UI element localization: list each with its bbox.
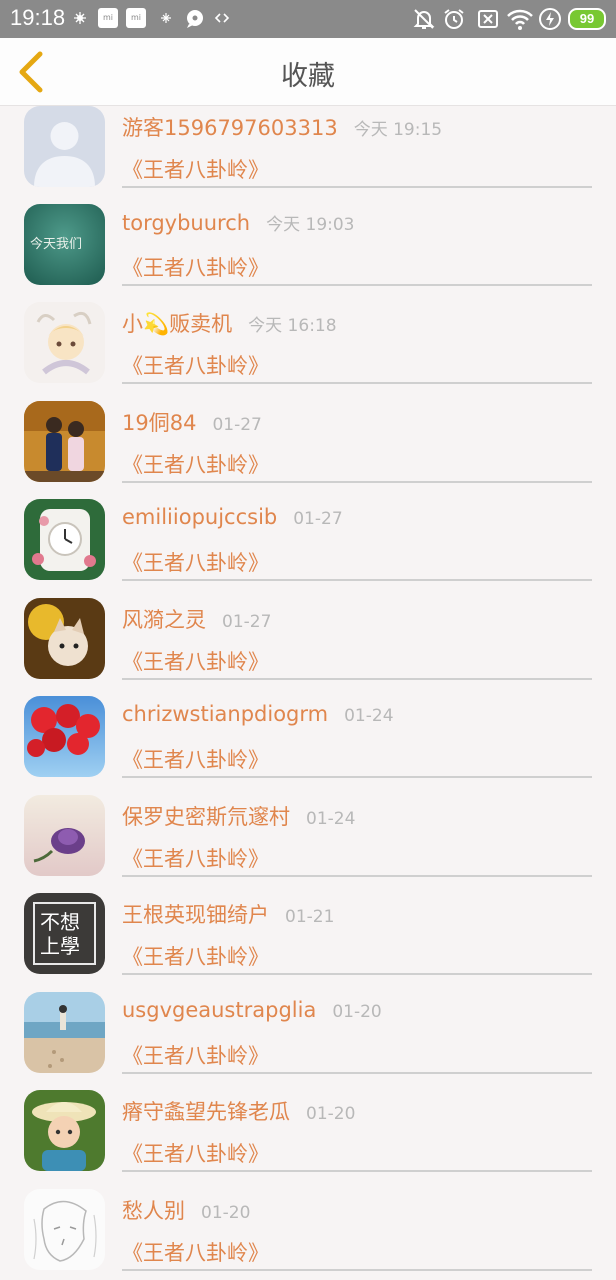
item-subject[interactable]: 《王者八卦岭》 (122, 646, 269, 676)
avatar[interactable] (24, 499, 105, 580)
item-subject[interactable]: 《王者八卦岭》 (122, 1138, 269, 1168)
item-subject[interactable]: 《王者八卦岭》 (122, 843, 269, 873)
svg-text:今天我们: 今天我们 (30, 236, 82, 252)
app-header: 收藏 (0, 38, 616, 106)
item-time: 01-20 (332, 1002, 382, 1022)
list-item[interactable]: 19侗84 01-27 《王者八卦岭》 (0, 401, 616, 499)
item-time: 今天 16:18 (248, 316, 337, 336)
avatar[interactable] (24, 302, 105, 383)
divider (122, 481, 592, 483)
sparkle-icon (74, 12, 86, 24)
mi-icon: mi (98, 8, 118, 28)
list-item[interactable]: emiliiopujccsib 01-27 《王者八卦岭》 (0, 499, 616, 597)
item-name: 愁人别 01-20 (122, 1199, 251, 1223)
item-time: 01-21 (285, 907, 335, 927)
list-item[interactable]: 保罗史密斯氘邃村 01-24 《王者八卦岭》 (0, 795, 616, 893)
list-item[interactable]: 风漪之灵 01-27 《王者八卦岭》 (0, 598, 616, 696)
list-item[interactable]: 今天我们 torgybuurch 今天 19:03 《王者八卦岭》 (0, 204, 616, 302)
battery-indicator: 99 (568, 8, 606, 30)
item-subject[interactable]: 《王者八卦岭》 (122, 1237, 269, 1267)
item-name: emiliiopujccsib 01-27 (122, 505, 343, 529)
avatar[interactable] (24, 696, 105, 777)
list-item[interactable]: usgvgeaustrapglia 01-20 《王者八卦岭》 (0, 992, 616, 1090)
divider (122, 875, 592, 877)
divider (122, 579, 592, 581)
list-item[interactable]: chrizwstianpdiogrm 01-24 《王者八卦岭》 (0, 696, 616, 794)
item-name: 小💫贩卖机 今天 16:18 (122, 312, 337, 336)
svg-text:上學: 上學 (40, 934, 80, 958)
code-icon (214, 13, 230, 23)
item-name: 风漪之灵 01-27 (122, 608, 272, 632)
avatar[interactable] (24, 106, 105, 187)
item-subject[interactable]: 《王者八卦岭》 (122, 154, 269, 184)
alarm-icon (444, 9, 464, 29)
list-item[interactable]: 不想 上學 王根英现钿绮户 01-21 《王者八卦岭》 (0, 893, 616, 991)
wifi-icon (507, 9, 533, 30)
divider (122, 284, 592, 286)
divider (122, 973, 592, 975)
avatar[interactable] (24, 598, 105, 679)
divider (122, 1170, 592, 1172)
avatar[interactable]: 不想 上學 (24, 893, 105, 974)
chat-bubble-icon (187, 10, 203, 28)
avatar[interactable] (24, 992, 105, 1073)
list-item[interactable]: 瘠守螽望先锋老瓜 01-20 《王者八卦岭》 (0, 1090, 616, 1188)
item-time: 01-24 (306, 809, 356, 829)
divider (122, 776, 592, 778)
status-bar: 19:18 mi mi 99 (0, 0, 616, 38)
mi-icon: mi (126, 8, 146, 28)
item-time: 01-27 (212, 415, 262, 435)
favorites-list: 游客1596797603313 今天 19:15 《王者八卦岭》 今天我们 tor… (0, 106, 616, 1280)
sparkle-icon (161, 13, 171, 23)
item-subject[interactable]: 《王者八卦岭》 (122, 449, 269, 479)
item-time: 今天 19:03 (266, 215, 355, 235)
item-time: 01-27 (222, 612, 272, 632)
svg-text:不想: 不想 (40, 910, 80, 934)
divider (122, 186, 592, 188)
flash-icon (539, 8, 561, 30)
item-time: 01-20 (306, 1104, 356, 1124)
list-item[interactable]: 小💫贩卖机 今天 16:18 《王者八卦岭》 (0, 302, 616, 400)
item-name: 19侗84 01-27 (122, 411, 262, 435)
no-sim-icon (478, 10, 498, 28)
item-subject[interactable]: 《王者八卦岭》 (122, 941, 269, 971)
item-subject[interactable]: 《王者八卦岭》 (122, 547, 269, 577)
divider (122, 382, 592, 384)
item-time: 01-20 (201, 1203, 251, 1223)
avatar[interactable] (24, 795, 105, 876)
status-time: 19:18 (10, 5, 66, 30)
item-subject[interactable]: 《王者八卦岭》 (122, 1040, 269, 1070)
list-item[interactable]: 游客1596797603313 今天 19:15 《王者八卦岭》 (0, 106, 616, 204)
item-name: chrizwstianpdiogrm 01-24 (122, 702, 394, 726)
item-name: 王根英现钿绮户 01-21 (122, 903, 335, 927)
item-name: usgvgeaustrapglia 01-20 (122, 998, 382, 1022)
item-subject[interactable]: 《王者八卦岭》 (122, 350, 269, 380)
item-name: 游客1596797603313 今天 19:15 (122, 116, 443, 140)
list-item[interactable]: 愁人别 01-20 《王者八卦岭》 (0, 1189, 616, 1280)
item-time: 今天 19:15 (353, 120, 443, 140)
divider (122, 1072, 592, 1074)
avatar[interactable] (24, 1189, 105, 1270)
avatar[interactable] (24, 401, 105, 482)
item-time: 01-27 (293, 509, 343, 529)
page-title: 收藏 (281, 61, 335, 92)
divider (122, 1269, 592, 1271)
item-name: torgybuurch 今天 19:03 (122, 211, 355, 235)
avatar[interactable] (24, 1090, 105, 1171)
item-subject[interactable]: 《王者八卦岭》 (122, 252, 269, 282)
mute-icon (413, 9, 435, 29)
avatar[interactable]: 今天我们 (24, 204, 105, 285)
item-subject[interactable]: 《王者八卦岭》 (122, 744, 269, 774)
item-name: 瘠守螽望先锋老瓜 01-20 (122, 1100, 356, 1124)
divider (122, 678, 592, 680)
item-time: 01-24 (344, 706, 394, 726)
item-name: 保罗史密斯氘邃村 01-24 (122, 805, 356, 829)
